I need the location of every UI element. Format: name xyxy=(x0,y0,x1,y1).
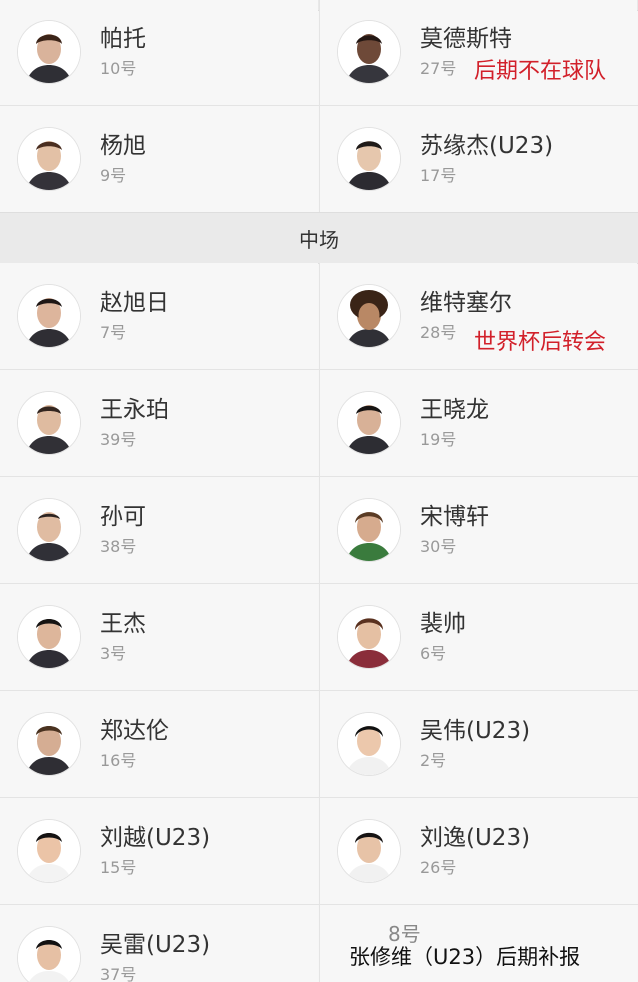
player-roster-page: 帕托 10号 莫德斯特 27号 后期不在球队 杨旭 9号 苏缘杰(U23) 17… xyxy=(0,0,638,982)
player-card-witsel[interactable]: 维特塞尔 28号 世界杯后转会 有转会费 xyxy=(319,263,637,395)
player-avatar xyxy=(338,392,400,454)
player-name: 维特塞尔 xyxy=(420,290,512,316)
player-number: 30号 xyxy=(420,537,457,556)
player-name: 莫德斯特 xyxy=(420,26,512,52)
player-row: 杨旭 9号 苏缘杰(U23) 17号 xyxy=(0,106,638,213)
player-name: 郑达伦 xyxy=(100,718,169,744)
player-card-liu-yi[interactable]: 刘逸(U23) 26号 xyxy=(319,798,637,904)
player-avatar xyxy=(338,21,400,83)
player-card-pei-shuai[interactable]: 裴帅 6号 xyxy=(319,584,637,690)
player-row: 郑达伦 16号 吴伟(U23) 2号 xyxy=(0,691,638,798)
player-name: 王晓龙 xyxy=(420,397,489,423)
overlay-note: 张修维（U23）后期补报 xyxy=(349,945,581,969)
player-avatar xyxy=(338,128,400,190)
player-card-wang-yongpo[interactable]: 王永珀 39号 xyxy=(0,370,318,476)
player-number: 9号 xyxy=(100,166,127,185)
player-card-modeste[interactable]: 莫德斯特 27号 后期不在球队 xyxy=(319,0,637,105)
player-card-yang-xu[interactable]: 杨旭 9号 xyxy=(0,106,318,212)
player-number: 19号 xyxy=(420,430,457,449)
player-number: 7号 xyxy=(100,323,127,342)
player-number: 39号 xyxy=(100,430,137,449)
player-card-wu-lei[interactable]: 吴雷(U23) 37号 xyxy=(0,905,318,982)
player-avatar xyxy=(18,499,80,561)
player-avatar xyxy=(338,499,400,561)
player-card-sun-ke[interactable]: 孙可 38号 xyxy=(0,477,318,583)
player-name: 裴帅 xyxy=(420,611,466,637)
player-name: 赵旭日 xyxy=(100,290,169,316)
player-card-zhao-xuri[interactable]: 赵旭日 7号 xyxy=(0,263,318,369)
player-avatar xyxy=(338,713,400,775)
player-card-liu-yue[interactable]: 刘越(U23) 15号 xyxy=(0,798,318,904)
player-avatar xyxy=(338,285,400,347)
player-number: 28号 xyxy=(420,323,457,342)
player-number: 15号 xyxy=(100,858,137,877)
annotation-note-line1: 世界杯后转会 xyxy=(474,330,607,355)
player-row: 帕托 10号 莫德斯特 27号 后期不在球队 xyxy=(0,0,638,106)
player-row: 刘越(U23) 15号 刘逸(U23) 26号 xyxy=(0,798,638,905)
player-avatar xyxy=(18,21,80,83)
player-avatar xyxy=(18,713,80,775)
player-name: 刘逸(U23) xyxy=(420,825,531,851)
player-card-song-boxuan[interactable]: 宋博轩 30号 xyxy=(319,477,637,583)
player-avatar xyxy=(18,285,80,347)
player-avatar xyxy=(18,606,80,668)
player-name: 刘越(U23) xyxy=(100,825,211,851)
player-name: 王杰 xyxy=(100,611,146,637)
section-header-midfield: 中场 xyxy=(0,212,638,264)
player-name: 吴雷(U23) xyxy=(100,932,211,958)
player-number: 27号 xyxy=(420,59,457,78)
player-avatar xyxy=(18,820,80,882)
player-number: 10号 xyxy=(100,59,137,78)
player-row: 王永珀 39号 王晓龙 19号 xyxy=(0,370,638,477)
player-name: 帕托 xyxy=(100,26,146,52)
player-name: 苏缘杰(U23) xyxy=(420,133,554,159)
player-card-zheng-dalun[interactable]: 郑达伦 16号 xyxy=(0,691,318,797)
player-name: 宋博轩 xyxy=(420,504,489,530)
player-row: 孙可 38号 宋博轩 30号 xyxy=(0,477,638,584)
player-card-wu-wei[interactable]: 吴伟(U23) 2号 xyxy=(319,691,637,797)
player-card-su-yuanjie[interactable]: 苏缘杰(U23) 17号 xyxy=(319,106,637,212)
player-name: 王永珀 xyxy=(100,397,169,423)
player-number: 3号 xyxy=(100,644,127,663)
player-row: 赵旭日 7号 维特塞尔 28号 世界杯后转会 有转会费 xyxy=(0,263,638,395)
player-number: 38号 xyxy=(100,537,137,556)
player-number: 37号 xyxy=(100,965,137,982)
player-card-pato[interactable]: 帕托 10号 xyxy=(0,0,318,105)
player-name: 吴伟(U23) xyxy=(420,718,531,744)
player-avatar xyxy=(18,927,80,982)
player-avatar xyxy=(338,606,400,668)
player-number: 6号 xyxy=(420,644,447,663)
player-row: 王杰 3号 裴帅 6号 xyxy=(0,584,638,691)
player-number: 26号 xyxy=(420,858,457,877)
player-number: 2号 xyxy=(420,751,447,770)
player-card-wang-xiaolong[interactable]: 王晓龙 19号 xyxy=(319,370,637,476)
player-avatar xyxy=(18,128,80,190)
player-number: 16号 xyxy=(100,751,137,770)
player-card-wang-jie[interactable]: 王杰 3号 xyxy=(0,584,318,690)
player-avatar xyxy=(338,820,400,882)
player-name: 杨旭 xyxy=(100,133,146,159)
player-number: 17号 xyxy=(420,166,457,185)
player-avatar xyxy=(18,392,80,454)
player-name: 孙可 xyxy=(100,504,146,530)
annotation-note: 后期不在球队 xyxy=(474,59,607,84)
